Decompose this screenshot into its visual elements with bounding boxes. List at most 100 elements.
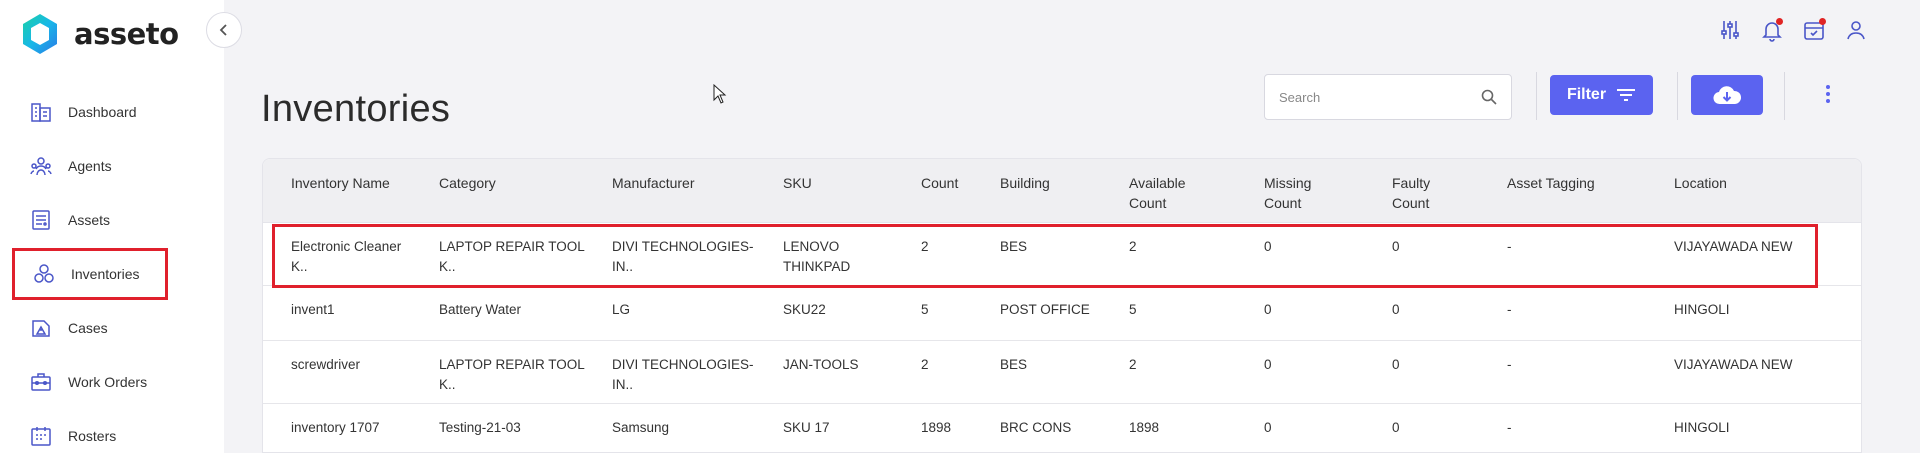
filter-lines-icon [1617,89,1636,101]
column-header-line: Count [1392,195,1430,211]
cell-text-line: THINKPAD [783,259,851,274]
table-row[interactable]: inventory 1707 Testing-21-03 Samsung SKU 17… [263,404,1861,452]
cell-text-line: - [1507,420,1512,435]
assets-icon [28,207,54,233]
table-cell-category: LAPTOP REPAIR TOOL K.. [439,237,585,277]
filter-button-label: Filter [1566,86,1607,103]
table-cell-manufacturer: DIVI TECHNOLOGIES- IN.. [612,237,754,277]
table-cell-inventory-name: screwdriver [291,355,360,375]
download-button[interactable] [1691,75,1763,115]
column-header-line: SKU [783,175,812,191]
cell-text-line: K.. [439,377,456,392]
divider [1784,72,1785,120]
table-cell-missing-count: 0 [1264,237,1272,257]
cell-text-line: 2 [921,239,929,254]
cell-text-line: JAN-TOOLS [783,357,859,372]
column-header-line: Category [439,175,496,191]
sidebar-collapse-button[interactable] [206,12,242,48]
sliders-icon [1721,21,1739,39]
table-cell-available-count: 2 [1129,355,1137,375]
cell-text-line: 5 [921,302,929,317]
cell-text-line: 5 [1129,302,1137,317]
sidebar-item-inventories[interactable]: Inventories [12,248,168,300]
column-header-line: Available [1129,175,1186,191]
divider [1536,72,1537,120]
cell-text-line: 0 [1392,302,1400,317]
table-cell-inventory-name: invent1 [291,300,335,320]
search-box[interactable] [1264,74,1512,120]
sidebar-item-label: Inventories [71,266,140,282]
sidebar-item-label: Rosters [68,428,117,444]
table-cell-sku: SKU22 [783,300,826,320]
sidebar-item-cases[interactable]: Cases [12,302,168,354]
table-cell-building: BRC CONS [1000,418,1071,438]
search-input[interactable] [1279,89,1481,105]
table-cell-missing-count: 0 [1264,355,1272,375]
table-row[interactable]: Electronic Cleaner K.. LAPTOP REPAIR TOOL K… [263,223,1861,286]
column-header-manufacturer: Manufacturer [612,173,694,193]
cell-text-line: - [1507,302,1512,317]
table-cell-location: VIJAYAWADA NEW [1674,355,1793,375]
sidebar-item-label: Work Orders [68,374,148,390]
table-cell-location: HINGOLI [1674,300,1730,320]
column-header-count: Count [921,173,958,193]
header-actions [1716,16,1870,44]
sidebar-item-agents[interactable]: Agents [12,140,168,192]
logo-hexagon-icon [23,14,57,54]
table-cell-sku: JAN-TOOLS [783,355,859,375]
agents-icon [28,153,54,179]
app-logo[interactable]: asseto [20,12,179,56]
sidebar-item-dashboard[interactable]: Dashboard [12,86,168,138]
cell-text-line: 2 [921,357,929,372]
settings-sliders-button[interactable] [1716,16,1744,44]
inventories-table: Inventory Name Category Manufacturer SKU Cou… [262,158,1862,453]
calendar-button[interactable] [1800,16,1828,44]
sidebar-item-work-orders[interactable]: Work Orders [12,356,168,408]
table-cell-building: BES [1000,355,1027,375]
table-cell-location: HINGOLI [1674,418,1730,438]
cell-text-line: Testing-21-03 [439,420,521,435]
column-header-line: Building [1000,175,1050,191]
search-icon[interactable] [1481,89,1497,105]
page-title: Inventories [261,88,451,130]
table-cell-asset-tagging: - [1507,300,1512,320]
table-cell-faulty-count: 0 [1392,355,1400,375]
cell-text-line: BES [1000,357,1028,372]
column-header-inventory-name: Inventory Name [291,173,390,193]
column-header-line: Missing [1264,175,1312,191]
table-cell-manufacturer: DIVI TECHNOLOGIES- IN.. [612,355,754,395]
column-header-line: Count [1264,195,1302,211]
sidebar-item-rosters[interactable]: Rosters [12,410,168,453]
calendar-badge [1819,18,1826,25]
cell-text-line: LAPTOP REPAIR TOOL [439,239,585,254]
cell-text-line: K.. [291,259,308,274]
cell-text-line: screwdriver [291,357,361,372]
cloud-download-icon [1713,86,1742,105]
cell-text-line: HINGOLI [1674,420,1730,435]
more-options-icon[interactable] [1818,82,1838,106]
notifications-button[interactable] [1758,16,1786,44]
table-row[interactable]: invent1 Battery Water LG SKU22 5 POST OFFICE 5… [263,286,1861,341]
divider [1677,72,1678,120]
app-name: asseto [74,17,179,51]
mouse-cursor-icon [713,84,727,104]
cell-text-line: 0 [1264,302,1272,317]
table-row[interactable]: screwdriver LAPTOP REPAIR TOOL K.. DIVI TEC… [263,341,1861,404]
cell-text-line: 0 [1264,420,1272,435]
table-cell-available-count: 1898 [1129,418,1159,438]
table-cell-faulty-count: 0 [1392,300,1400,320]
cell-text-line: LENOVO [783,239,840,254]
cell-text-line: DIVI TECHNOLOGIES- [612,239,754,254]
table-cell-asset-tagging: - [1507,355,1512,375]
cell-text-line: LG [612,302,631,317]
cell-text-line: HINGOLI [1674,302,1730,317]
table-cell-count: 2 [921,355,929,375]
cell-text-line: BRC CONS [1000,420,1072,435]
cell-text-line: BES [1000,239,1028,254]
cell-text-line: inventory 1707 [291,420,380,435]
sidebar-item-label: Dashboard [68,104,137,120]
profile-button[interactable] [1842,16,1870,44]
filter-button[interactable]: Filter [1550,75,1653,115]
sidebar-item-assets[interactable]: Assets [12,194,168,246]
column-header-missing-count: Missing Count [1264,173,1311,213]
